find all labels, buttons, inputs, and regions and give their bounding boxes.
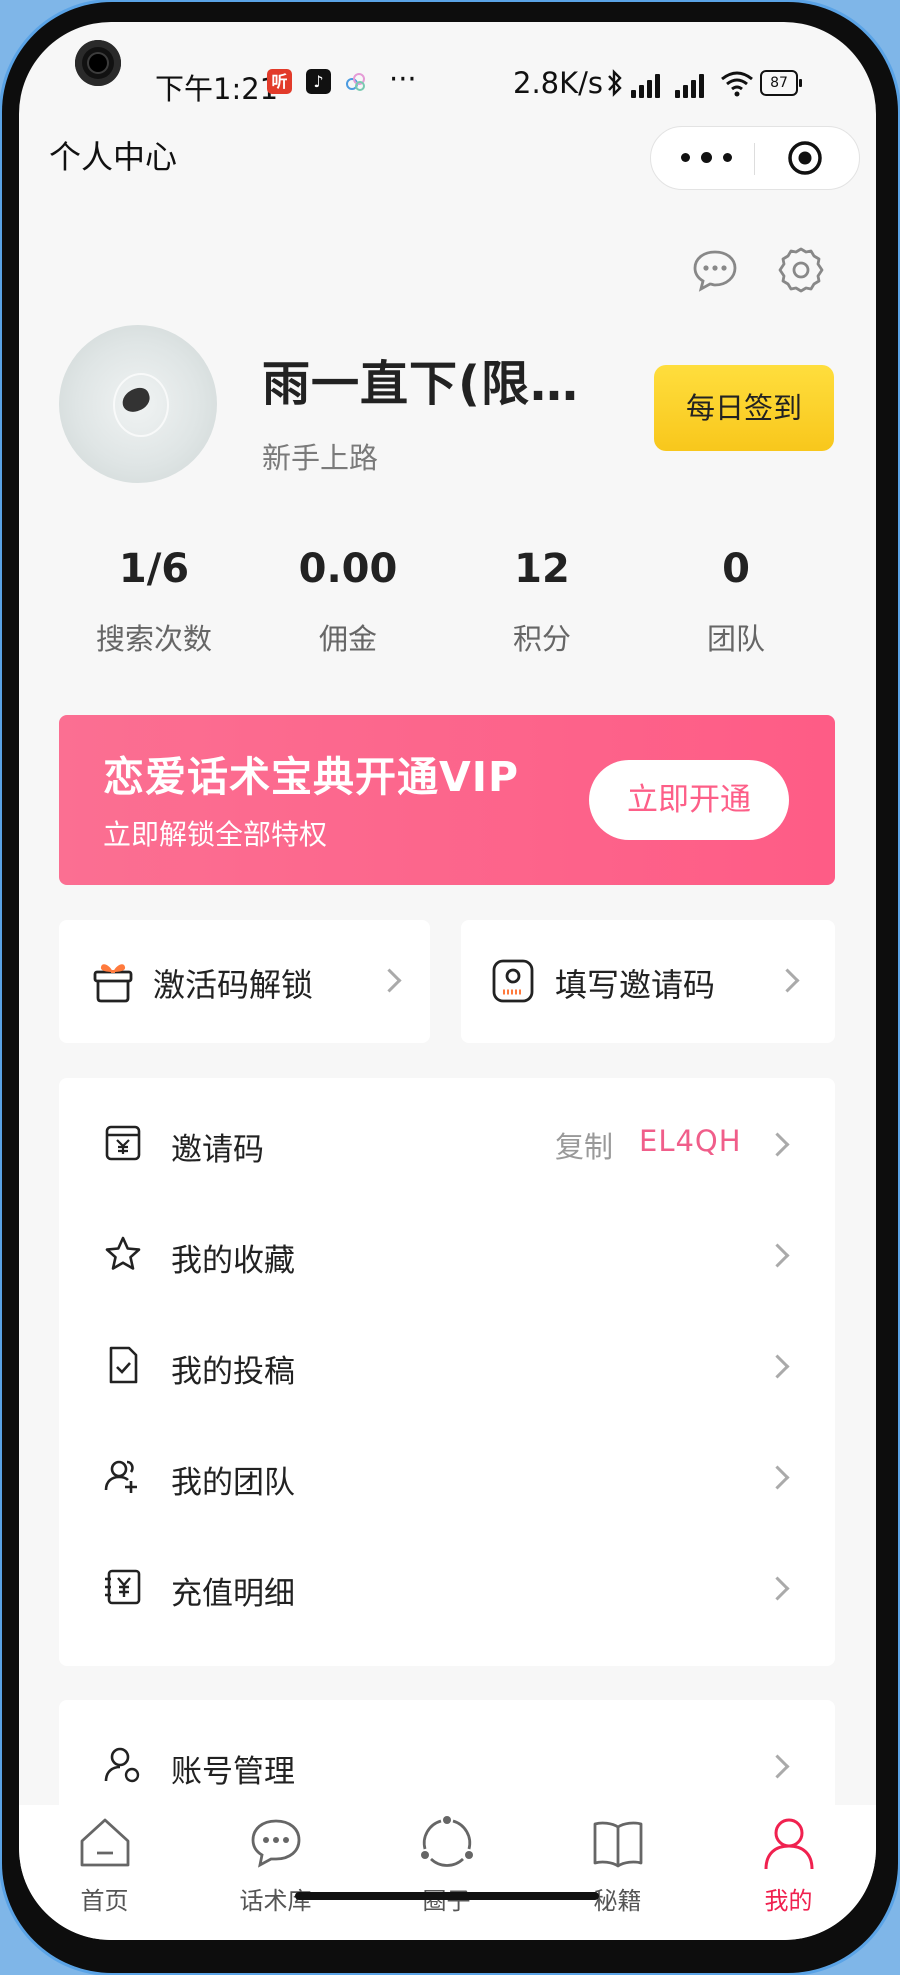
avatar[interactable] xyxy=(59,325,217,483)
menu-label: 我的团队 xyxy=(171,1465,295,1501)
signal-icon-2 xyxy=(675,72,709,98)
menu-label: 邀请码 xyxy=(171,1132,264,1168)
menu-label: 账号管理 xyxy=(171,1754,295,1790)
chat-icon xyxy=(248,1815,304,1871)
daily-checkin-button[interactable]: 每日签到 xyxy=(654,365,834,451)
chevron-right-icon xyxy=(765,1132,790,1157)
card-label: 激活码解锁 xyxy=(153,966,314,1004)
menu-item-recharge-detail[interactable]: 充值明细 xyxy=(59,1532,835,1642)
page-title: 个人中心 xyxy=(49,138,178,176)
menu-item-account[interactable]: 账号管理 xyxy=(59,1710,835,1820)
tab-home[interactable]: 首页 xyxy=(19,1805,190,1925)
user-level: 新手上路 xyxy=(262,441,379,475)
chevron-right-icon xyxy=(765,1243,790,1268)
stat-label: 搜索次数 xyxy=(95,622,212,656)
status-time: 下午1:21 xyxy=(155,72,279,106)
message-icon[interactable] xyxy=(691,248,739,294)
camera-cutout xyxy=(75,40,121,86)
menu-label: 充值明细 xyxy=(171,1576,295,1612)
menu-item-team[interactable]: 我的团队 xyxy=(59,1421,835,1531)
stat-points[interactable]: 12 积分 xyxy=(447,546,637,658)
home-icon xyxy=(77,1815,133,1871)
notification-app-icon: 听 xyxy=(267,69,292,94)
user-icon xyxy=(761,1815,817,1871)
status-speed: 2.8K/s xyxy=(513,66,604,100)
chevron-right-icon xyxy=(775,968,800,993)
ticket-icon xyxy=(103,1123,143,1163)
star-icon xyxy=(103,1234,143,1274)
menu-list: 邀请码 复制 EL4QH 我的收藏 我的投稿 我的团队 充值明细 xyxy=(59,1078,835,1666)
menu-label: 我的投稿 xyxy=(171,1354,295,1390)
chevron-right-icon xyxy=(765,1354,790,1379)
tab-scripts[interactable]: 话术库 xyxy=(190,1805,361,1925)
menu-item-invite-code[interactable]: 邀请码 复制 EL4QH xyxy=(59,1088,835,1198)
settings-gear-icon[interactable] xyxy=(777,246,825,294)
vip-banner[interactable]: 恋爱话术宝典开通VIP 立即解锁全部特权 立即开通 xyxy=(59,715,835,885)
tab-label: 首页 xyxy=(80,1887,129,1915)
gift-icon xyxy=(91,958,135,1004)
tab-mine[interactable]: 我的 xyxy=(703,1805,874,1925)
menu-item-submissions[interactable]: 我的投稿 xyxy=(59,1310,835,1420)
open-vip-button[interactable]: 立即开通 xyxy=(589,760,789,840)
user-manage-icon xyxy=(103,1745,143,1785)
activation-code-card[interactable]: 激活码解锁 xyxy=(59,920,430,1043)
screen: 下午1:21 听 ♪ ··· 2.8K/s 87 个人中心 雨一直下(限… 新手… xyxy=(19,22,876,1940)
menu-label: 我的收藏 xyxy=(171,1243,295,1279)
signal-icon-1 xyxy=(631,72,665,98)
chevron-right-icon xyxy=(765,1465,790,1490)
menu-item-favorites[interactable]: 我的收藏 xyxy=(59,1199,835,1309)
invite-code-card[interactable]: 填写邀请码 xyxy=(461,920,835,1043)
vip-subtitle: 立即解锁全部特权 xyxy=(103,818,328,851)
team-add-icon xyxy=(103,1456,143,1496)
chevron-right-icon xyxy=(765,1576,790,1601)
battery-indicator: 87 xyxy=(760,70,802,96)
bluetooth-icon xyxy=(605,68,625,98)
invite-code-icon xyxy=(491,958,535,1004)
yuan-receipt-icon xyxy=(103,1567,143,1607)
stat-label: 佣金 xyxy=(318,622,377,656)
capsule-divider xyxy=(754,143,755,175)
stat-search-count[interactable]: 1/6 搜索次数 xyxy=(59,546,249,658)
stat-value: 0 xyxy=(722,546,750,592)
circle-icon xyxy=(419,1815,475,1871)
invite-code-value: EL4QH xyxy=(639,1124,742,1158)
stat-commission[interactable]: 0.00 佣金 xyxy=(253,546,443,658)
stat-label: 团队 xyxy=(706,622,765,656)
wifi-icon xyxy=(719,68,755,98)
tiktok-icon: ♪ xyxy=(306,69,331,94)
stat-team[interactable]: 0 团队 xyxy=(641,546,831,658)
stat-label: 积分 xyxy=(512,622,571,656)
more-options-icon[interactable] xyxy=(681,143,741,173)
stat-value: 0.00 xyxy=(298,546,398,592)
close-program-icon[interactable] xyxy=(787,140,823,176)
card-label: 填写邀请码 xyxy=(555,966,716,1004)
tab-label: 我的 xyxy=(764,1887,813,1915)
vip-title: 恋爱话术宝典开通VIP xyxy=(103,753,520,801)
status-more: ··· xyxy=(389,62,417,96)
tab-circle[interactable]: 圈子 xyxy=(361,1805,532,1925)
cloud-icon xyxy=(344,70,368,94)
user-name: 雨一直下(限… xyxy=(262,356,579,412)
document-check-icon xyxy=(103,1345,143,1385)
bottom-tab-bar: 首页 话术库 圈子 秘籍 我的 xyxy=(19,1805,876,1940)
book-icon xyxy=(590,1815,646,1871)
mini-program-capsule xyxy=(650,126,860,190)
tab-tips[interactable]: 秘籍 xyxy=(532,1805,703,1925)
stat-value: 12 xyxy=(514,546,570,592)
copy-button[interactable]: 复制 xyxy=(555,1124,613,1166)
stat-value: 1/6 xyxy=(118,546,190,592)
chevron-right-icon xyxy=(377,968,402,993)
home-indicator xyxy=(295,1892,599,1900)
chevron-right-icon xyxy=(765,1754,790,1779)
